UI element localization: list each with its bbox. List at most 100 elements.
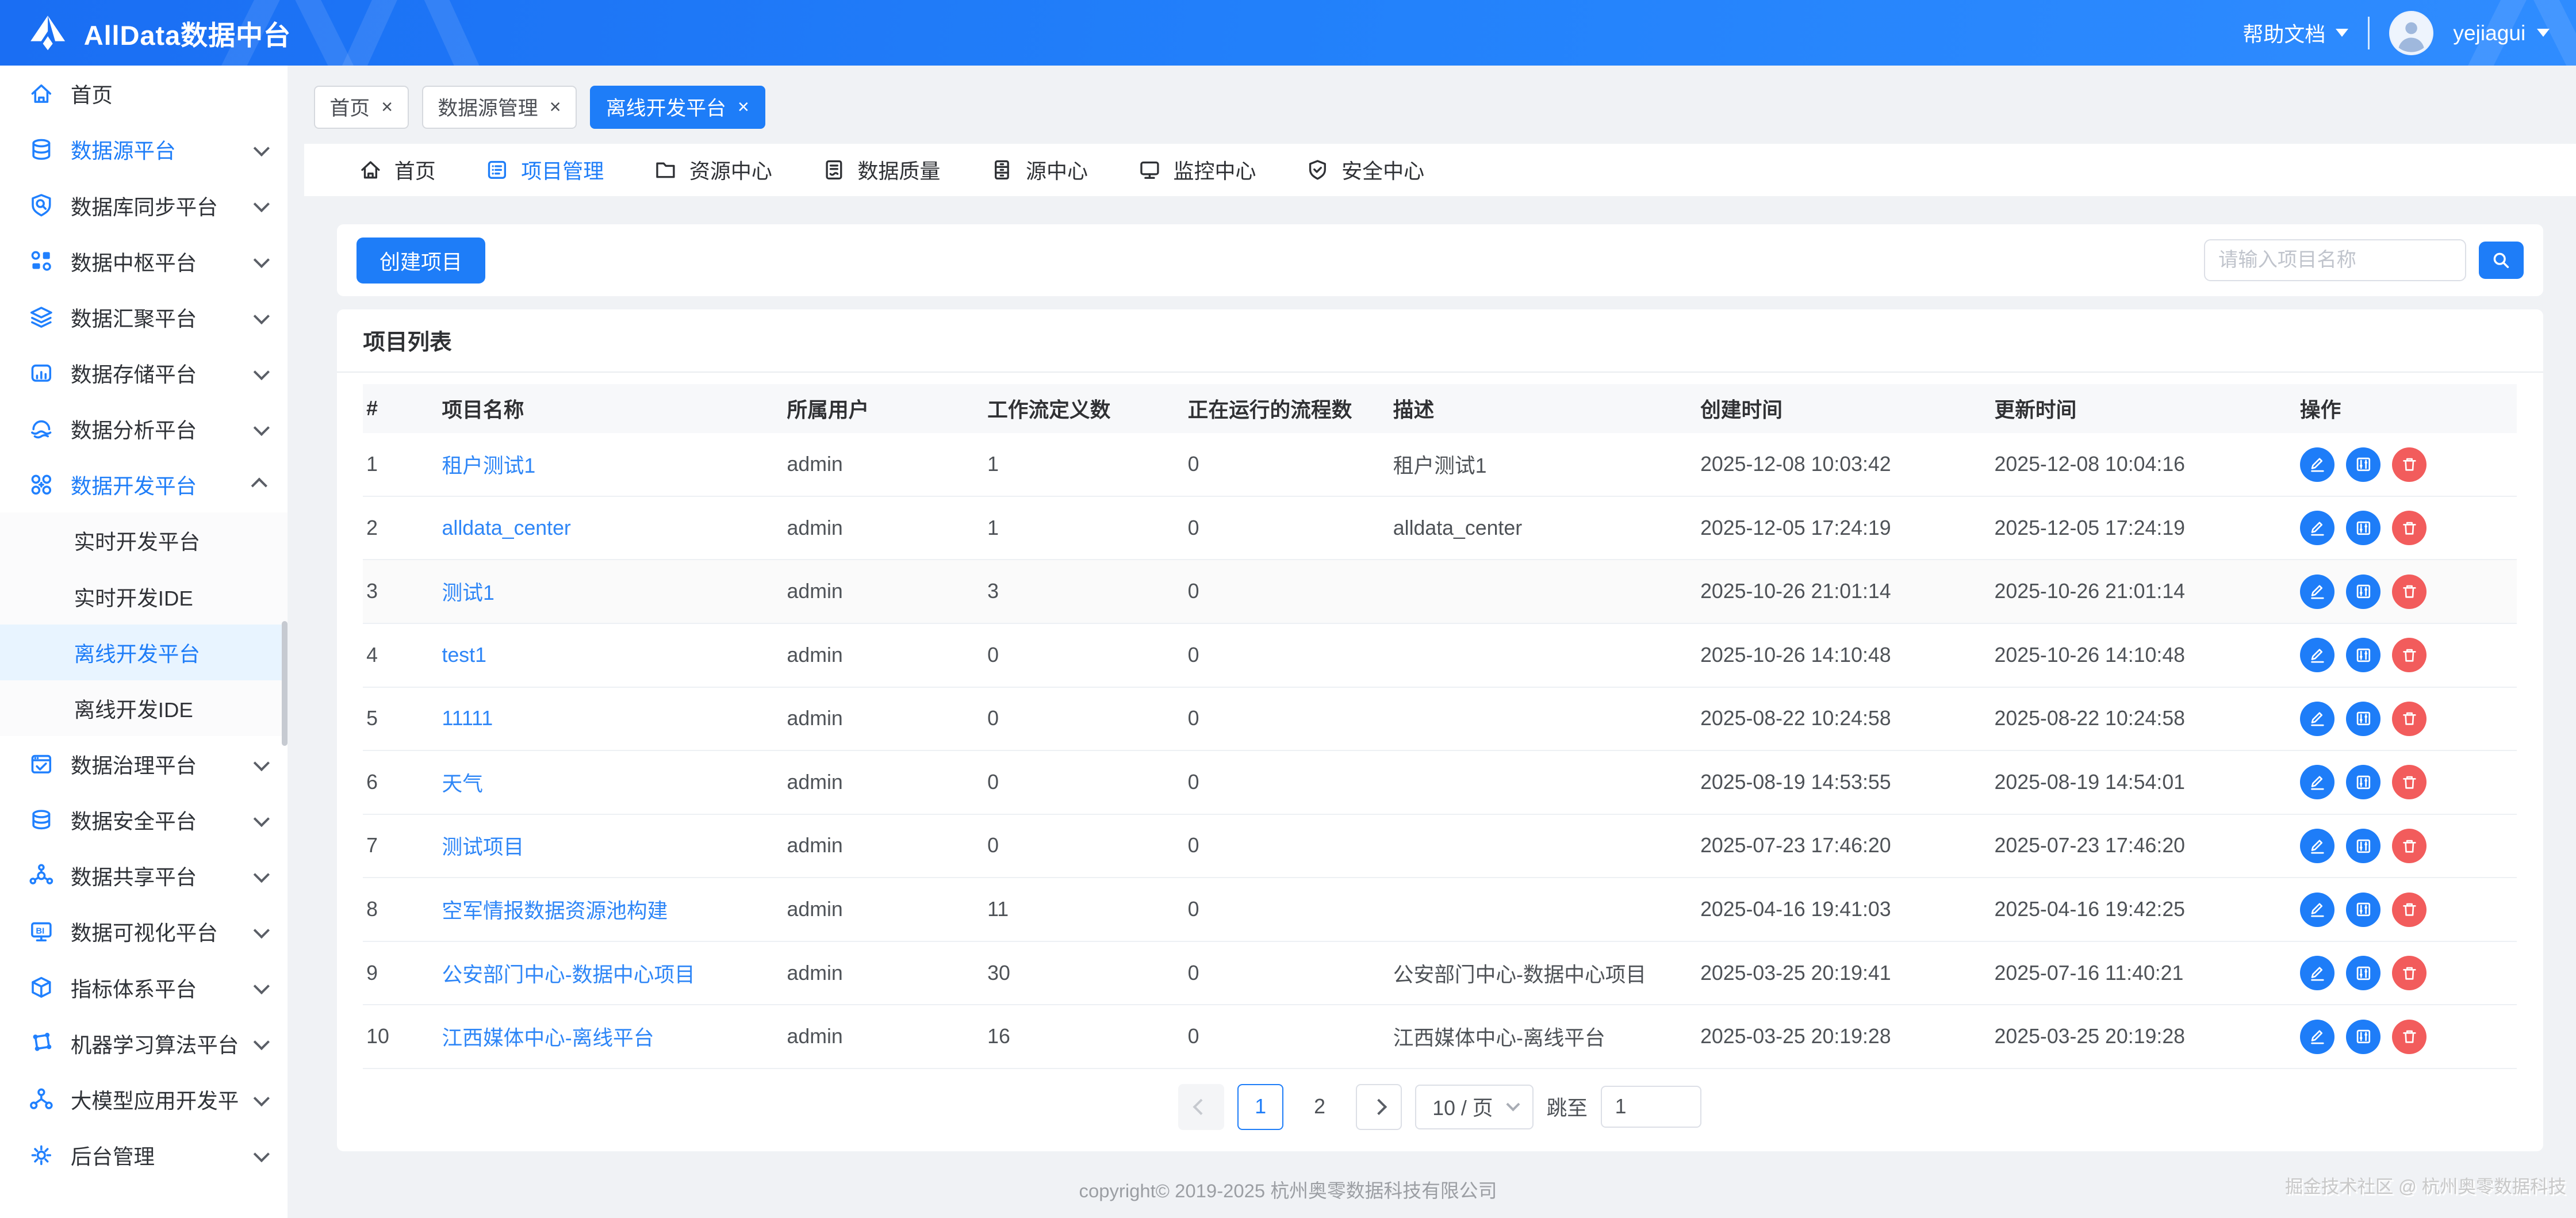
project-name-cell: 空军情报数据资源池构建 xyxy=(438,878,784,942)
config-button[interactable] xyxy=(2345,701,2380,736)
sidebar-scrollbar[interactable] xyxy=(282,621,288,746)
nav-item-源中心[interactable]: 源中心 xyxy=(990,155,1088,185)
project-name-link[interactable]: 公安部门中心-数据中心项目 xyxy=(442,963,695,986)
project-name-link[interactable]: 空军情报数据资源池构建 xyxy=(442,899,668,922)
nav-item-监控中心[interactable]: 监控中心 xyxy=(1137,155,1256,185)
delete-button[interactable] xyxy=(2391,574,2426,609)
delete-button[interactable] xyxy=(2391,638,2426,673)
sidebar-item[interactable]: 数据开发平台 xyxy=(0,457,288,512)
sidebar-item[interactable]: 数据共享平台 xyxy=(0,848,288,903)
sidebar-item[interactable]: BI 数据可视化平台 xyxy=(0,903,288,959)
edit-button[interactable] xyxy=(2299,638,2334,673)
project-name-link[interactable]: test1 xyxy=(442,644,486,667)
project-name-link[interactable]: alldata_center xyxy=(442,516,571,539)
prev-page-button[interactable] xyxy=(1178,1083,1225,1130)
column-header: 操作 xyxy=(2297,384,2517,434)
created-time-cell: 2025-03-25 20:19:28 xyxy=(1697,1005,1991,1069)
sidebar-item[interactable]: 数据源平台 xyxy=(0,121,288,177)
project-name-link[interactable]: 11111 xyxy=(442,707,493,730)
sidebar-item[interactable]: 指标体系平台 xyxy=(0,960,288,1016)
search-input[interactable] xyxy=(2204,239,2466,281)
delete-button[interactable] xyxy=(2391,1019,2426,1054)
sidebar-subitem[interactable]: 实时开发平台 xyxy=(0,512,288,569)
close-icon[interactable]: × xyxy=(381,97,393,117)
next-page-button[interactable] xyxy=(1355,1083,1402,1130)
project-name-link[interactable]: 租户测试1 xyxy=(442,454,536,477)
workflow-count-cell: 3 xyxy=(984,560,1184,625)
user-menu[interactable]: yejiagui xyxy=(2453,21,2550,45)
running-count-cell: 0 xyxy=(1184,623,1390,688)
project-name-cell: 11111 xyxy=(438,687,784,752)
running-count-cell: 0 xyxy=(1184,750,1390,815)
sidebar-item[interactable]: 大模型应用开发平台 xyxy=(0,1071,288,1127)
project-name-link[interactable]: 天气 xyxy=(442,772,483,795)
config-button[interactable] xyxy=(2345,447,2380,482)
project-list-card: 项目列表 # 项目名称 所属用户 工作流定义数 正在运行的流程数 描述 创建时间 更新时间 操作… xyxy=(336,309,2543,1151)
chevron-down-icon xyxy=(254,922,270,939)
search-button[interactable] xyxy=(2479,241,2524,279)
sidebar-item[interactable]: 首页 xyxy=(0,66,288,121)
delete-button[interactable] xyxy=(2391,447,2426,482)
caret-down-icon xyxy=(2335,29,2348,37)
create-project-button[interactable]: 创建项目 xyxy=(356,237,485,284)
config-button[interactable] xyxy=(2345,892,2380,927)
avatar[interactable] xyxy=(2389,10,2434,55)
close-icon[interactable]: × xyxy=(550,97,561,117)
tab-离线开发平台[interactable]: 离线开发平台 × xyxy=(590,85,765,129)
config-button[interactable] xyxy=(2345,638,2380,673)
delete-button[interactable] xyxy=(2391,511,2426,546)
config-button[interactable] xyxy=(2345,956,2380,991)
sidebar-subitem[interactable]: 离线开发IDE xyxy=(0,680,288,736)
sidebar-subitem[interactable]: 离线开发平台 xyxy=(0,624,288,680)
storage-icon xyxy=(28,360,55,386)
sidebar-item[interactable]: 数据分析平台 xyxy=(0,401,288,457)
edit-button[interactable] xyxy=(2299,765,2334,800)
edit-button[interactable] xyxy=(2299,511,2334,546)
tab-首页[interactable]: 首页 × xyxy=(313,85,409,129)
sidebar-item[interactable]: 数据库同步平台 xyxy=(0,178,288,233)
nav-item-项目管理[interactable]: 项目管理 xyxy=(485,155,604,185)
sidebar-item[interactable]: 后台管理 xyxy=(0,1127,288,1183)
edit-button[interactable] xyxy=(2299,447,2334,482)
delete-button[interactable] xyxy=(2391,892,2426,927)
edit-button[interactable] xyxy=(2299,574,2334,609)
page-button-1[interactable]: 1 xyxy=(1237,1083,1284,1130)
edit-button[interactable] xyxy=(2299,956,2334,991)
sidebar-subitem[interactable]: 实时开发IDE xyxy=(0,568,288,625)
delete-button[interactable] xyxy=(2391,828,2426,863)
module-nav: 首页 项目管理 资源中心 数据质量 源中心 监控中心 安全中心 xyxy=(304,143,2576,197)
config-button[interactable] xyxy=(2345,1019,2380,1054)
delete-button[interactable] xyxy=(2391,701,2426,736)
config-button[interactable] xyxy=(2345,511,2380,546)
config-button[interactable] xyxy=(2345,765,2380,800)
project-name-link[interactable]: 江西媒体中心-离线平台 xyxy=(442,1027,654,1050)
llm-icon xyxy=(28,1086,55,1113)
edit-button[interactable] xyxy=(2299,1019,2334,1054)
page-size-select[interactable]: 10 / 页 xyxy=(1414,1084,1534,1129)
config-button[interactable] xyxy=(2345,574,2380,609)
config-button[interactable] xyxy=(2345,828,2380,863)
sidebar-item[interactable]: 数据安全平台 xyxy=(0,792,288,848)
edit-button[interactable] xyxy=(2299,701,2334,736)
jump-page-input[interactable] xyxy=(1600,1086,1702,1128)
sidebar-item[interactable]: 机器学习算法平台 xyxy=(0,1016,288,1071)
sidebar-item[interactable]: 数据中枢平台 xyxy=(0,233,288,289)
sidebar-item[interactable]: 数据汇聚平台 xyxy=(0,289,288,345)
nav-item-安全中心[interactable]: 安全中心 xyxy=(1305,155,1424,185)
edit-button[interactable] xyxy=(2299,892,2334,927)
project-name-link[interactable]: 测试1 xyxy=(442,581,494,604)
nav-item-首页[interactable]: 首页 xyxy=(358,155,436,185)
help-docs-menu[interactable]: 帮助文档 xyxy=(2242,18,2348,48)
page-button-2[interactable]: 2 xyxy=(1297,1083,1343,1130)
project-name-link[interactable]: 测试项目 xyxy=(442,836,524,859)
nav-item-资源中心[interactable]: 资源中心 xyxy=(653,155,772,185)
sidebar-item[interactable]: 数据存储平台 xyxy=(0,345,288,401)
nav-item-数据质量[interactable]: 数据质量 xyxy=(822,155,940,185)
sidebar-item[interactable]: 数据治理平台 xyxy=(0,736,288,792)
delete-button[interactable] xyxy=(2391,765,2426,800)
delete-button[interactable] xyxy=(2391,956,2426,991)
edit-button[interactable] xyxy=(2299,828,2334,863)
tab-数据源管理[interactable]: 数据源管理 × xyxy=(421,85,577,129)
nav-item-label: 项目管理 xyxy=(521,159,604,183)
close-icon[interactable]: × xyxy=(738,97,749,117)
